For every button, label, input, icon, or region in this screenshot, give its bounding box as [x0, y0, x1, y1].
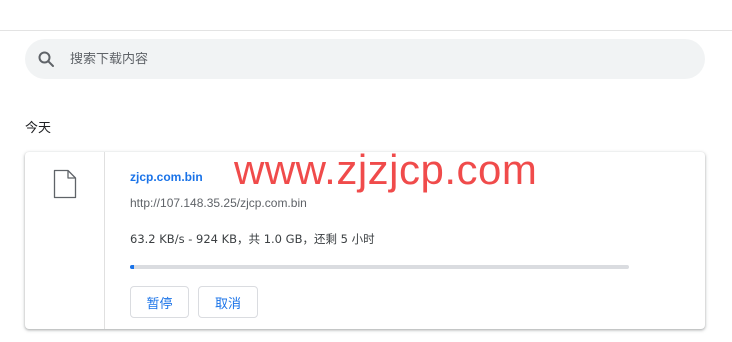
source-url[interactable]: http://107.148.35.25/zjcp.com.bin: [130, 196, 307, 210]
download-item: zjcp.com.bin www.zjzjcp.com http://107.1…: [25, 146, 705, 329]
date-heading: 今天: [25, 121, 52, 136]
progress-bar-fill: [130, 265, 135, 269]
search-bar[interactable]: [25, 39, 705, 79]
search-input[interactable]: [70, 51, 630, 67]
downloads-page: 今天 zjcp.com.bin www.zjzjcp.com http://10…: [0, 0, 732, 342]
cancel-button[interactable]: 取消: [198, 286, 258, 318]
watermark-text: www.zjzjcp.com: [234, 146, 538, 193]
pause-button[interactable]: 暂停: [130, 286, 189, 318]
download-details: zjcp.com.bin www.zjzjcp.com http://107.1…: [130, 146, 690, 329]
file-icon-column: [25, 152, 105, 329]
progress-bar: [130, 265, 629, 269]
search-icon[interactable]: [37, 50, 55, 68]
download-status: 63.2 KB/s - 924 KB，共 1.0 GB，还剩 5 小时: [130, 232, 375, 246]
header-divider: [0, 30, 732, 31]
file-name-link[interactable]: zjcp.com.bin: [130, 170, 203, 184]
file-icon: [53, 169, 77, 199]
